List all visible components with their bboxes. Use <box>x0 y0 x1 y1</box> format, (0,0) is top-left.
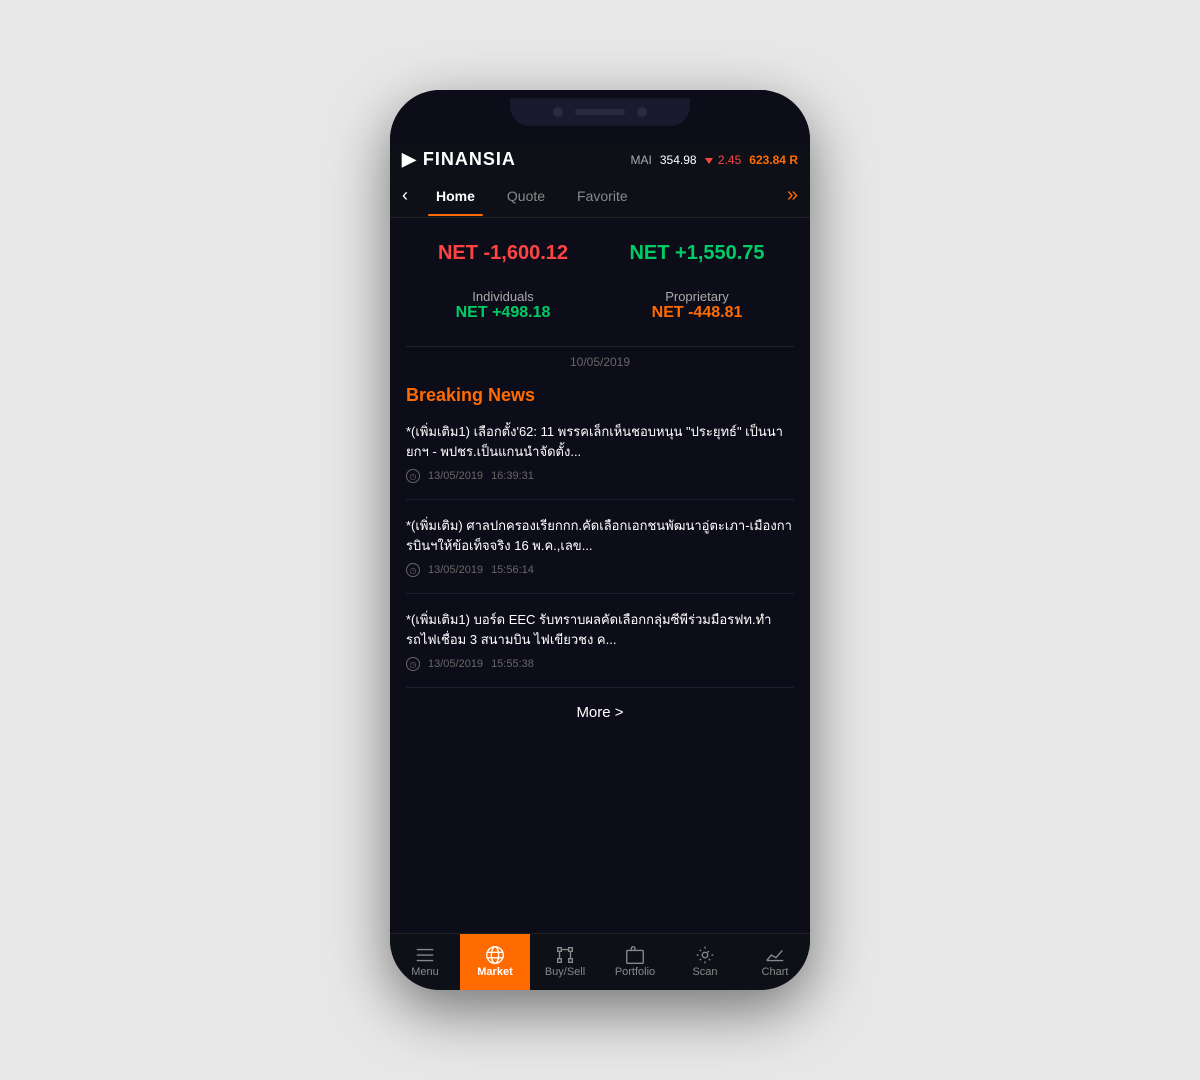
nav-item-chart[interactable]: Chart <box>740 934 810 990</box>
individuals-label: Individuals <box>414 289 592 304</box>
sensor-dot <box>637 107 647 117</box>
tab-home[interactable]: Home <box>420 176 491 216</box>
bottom-nav: Menu Market Buy/Sell <box>390 933 810 990</box>
buysell-icon <box>554 944 576 966</box>
nav-item-portfolio[interactable]: Portfolio <box>600 934 670 990</box>
speaker-bar <box>575 109 625 115</box>
nav-item-buysell[interactable]: Buy/Sell <box>530 934 600 990</box>
net-values-grid: NET -1,600.12 NET +1,550.75 Individuals … <box>406 234 794 347</box>
market-info: MAI 354.98 2.45 623.84 R <box>631 153 798 167</box>
tab-favorite[interactable]: Favorite <box>561 176 644 216</box>
clock-icon: ◷ <box>406 657 420 671</box>
news-meta: ◷ 13/05/2019 15:55:38 <box>406 657 794 671</box>
phone-notch <box>390 90 810 145</box>
proprietary-sub-value: NET -448.81 <box>608 304 786 322</box>
tab-quote[interactable]: Quote <box>491 176 561 216</box>
news-item[interactable]: *(เพิ่มเติม1) บอร์ด EEC รับทราบผลคัดเลือ… <box>406 610 794 688</box>
logo-icon: ▶ <box>402 149 417 169</box>
chart-icon <box>764 944 786 966</box>
down-arrow-icon <box>705 158 713 164</box>
proprietary-sub-cell: Proprietary NET -448.81 <box>600 273 794 330</box>
date-label: 10/05/2019 <box>406 355 794 369</box>
news-meta: ◷ 13/05/2019 15:56:14 <box>406 563 794 577</box>
camera-dot <box>553 107 563 117</box>
phone-device: ▶ FINANSIA MAI 354.98 2.45 623.84 R ‹ Ho… <box>390 90 810 990</box>
top-bar: ▶ FINANSIA MAI 354.98 2.45 623.84 R <box>390 145 810 174</box>
nav-label-portfolio: Portfolio <box>615 966 655 978</box>
proprietary-net-cell: NET +1,550.75 <box>600 234 794 273</box>
news-time: 15:55:38 <box>491 658 534 670</box>
account-value: 623.84 R <box>749 153 798 167</box>
globe-icon <box>484 944 506 966</box>
market-label: MAI <box>631 153 652 167</box>
news-meta: ◷ 13/05/2019 16:39:31 <box>406 469 794 483</box>
news-text: *(เพิ่มเติม1) เลือกตั้ง'62: 11 พรรคเล็กเ… <box>406 422 794 461</box>
foreign-net-cell: NET -1,600.12 <box>406 234 600 273</box>
back-button[interactable]: ‹ <box>390 175 420 216</box>
nav-label-menu: Menu <box>411 966 439 978</box>
clock-icon: ◷ <box>406 469 420 483</box>
news-date: 13/05/2019 <box>428 470 483 482</box>
portfolio-icon <box>624 944 646 966</box>
clock-icon: ◷ <box>406 563 420 577</box>
nav-item-market[interactable]: Market <box>460 934 530 990</box>
nav-label-scan: Scan <box>692 966 717 978</box>
phone-screen: ▶ FINANSIA MAI 354.98 2.45 623.84 R ‹ Ho… <box>390 90 810 990</box>
nav-item-menu[interactable]: Menu <box>390 934 460 990</box>
main-content: NET -1,600.12 NET +1,550.75 Individuals … <box>390 218 810 933</box>
news-date: 13/05/2019 <box>428 564 483 576</box>
breaking-news-title: Breaking News <box>406 385 794 406</box>
news-time: 16:39:31 <box>491 470 534 482</box>
individuals-value: NET +498.18 <box>414 304 592 322</box>
nav-item-scan[interactable]: Scan <box>670 934 740 990</box>
menu-icon <box>414 944 436 966</box>
proprietary-net-value: NET +1,550.75 <box>608 242 786 265</box>
nav-label-chart: Chart <box>762 966 789 978</box>
scan-icon <box>694 944 716 966</box>
market-change: 2.45 <box>705 153 742 167</box>
more-link[interactable]: More > <box>406 704 794 721</box>
nav-label-buysell: Buy/Sell <box>545 966 585 978</box>
market-value: 354.98 <box>660 153 697 167</box>
foreign-net-value: NET -1,600.12 <box>414 242 592 265</box>
nav-label-market: Market <box>477 966 512 978</box>
news-date: 13/05/2019 <box>428 658 483 670</box>
more-tabs-button[interactable]: » <box>775 174 810 217</box>
app-logo: ▶ FINANSIA <box>402 149 516 170</box>
news-text: *(เพิ่มเติม) ศาลปกครองเรียกกก.คัดเลือกเอ… <box>406 516 794 555</box>
individuals-cell: Individuals NET +498.18 <box>406 273 600 330</box>
news-time: 15:56:14 <box>491 564 534 576</box>
nav-tabs: ‹ Home Quote Favorite » <box>390 174 810 218</box>
news-text: *(เพิ่มเติม1) บอร์ด EEC รับทราบผลคัดเลือ… <box>406 610 794 649</box>
proprietary-sub-label: Proprietary <box>608 289 786 304</box>
news-item[interactable]: *(เพิ่มเติม) ศาลปกครองเรียกกก.คัดเลือกเอ… <box>406 516 794 594</box>
news-item[interactable]: *(เพิ่มเติม1) เลือกตั้ง'62: 11 พรรคเล็กเ… <box>406 422 794 500</box>
